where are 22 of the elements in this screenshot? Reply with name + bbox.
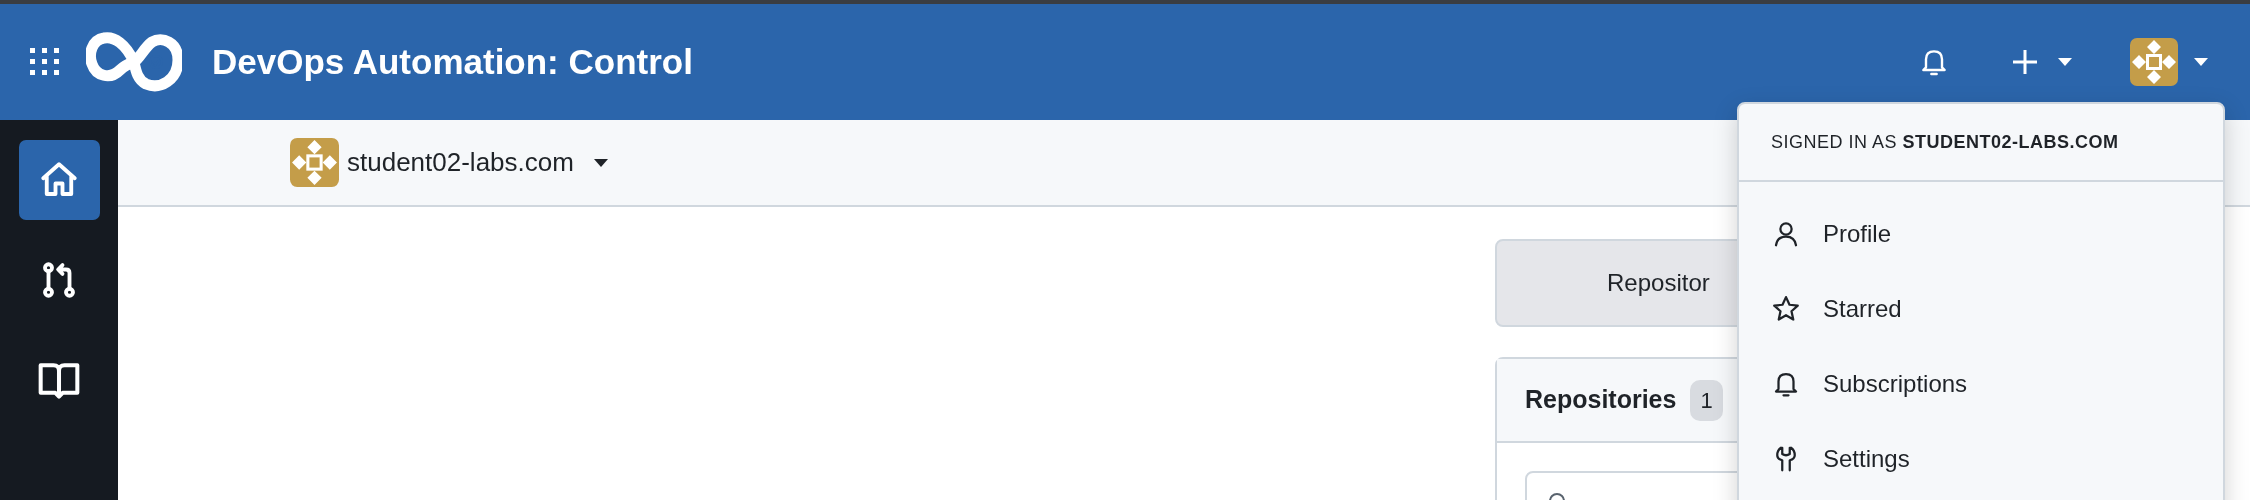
card-title: Repositories bbox=[1525, 384, 1677, 416]
menu-item[interactable]: Starred bbox=[1739, 271, 2223, 346]
app-title: DevOps Automation: Control bbox=[212, 40, 693, 83]
menu-item[interactable]: Profile bbox=[1739, 196, 2223, 271]
user-avatar bbox=[2130, 38, 2178, 86]
account-switcher[interactable]: student02-labs.com bbox=[290, 138, 608, 187]
caret-icon bbox=[593, 158, 608, 167]
star-icon bbox=[1771, 293, 1801, 324]
caret-icon bbox=[2194, 58, 2208, 66]
menu-item[interactable]: Settings bbox=[1739, 421, 2223, 496]
sidebar-item[interactable] bbox=[18, 140, 100, 220]
caret-icon bbox=[2058, 58, 2072, 66]
logo-icon bbox=[86, 30, 182, 94]
repository-button[interactable]: Repositor bbox=[1495, 239, 1737, 327]
signed-in-label: SIGNED IN AS STUDENT02-LABS.COM bbox=[1771, 130, 2119, 154]
count-badge: 1 bbox=[1690, 379, 1723, 421]
app-grid-icon[interactable] bbox=[30, 48, 60, 76]
user-menu-button[interactable] bbox=[2130, 38, 2208, 86]
account-avatar bbox=[290, 138, 339, 187]
menu-item[interactable]: Subscriptions bbox=[1739, 346, 2223, 421]
create-new-button[interactable] bbox=[2012, 49, 2072, 75]
plus-icon bbox=[2012, 49, 2038, 75]
